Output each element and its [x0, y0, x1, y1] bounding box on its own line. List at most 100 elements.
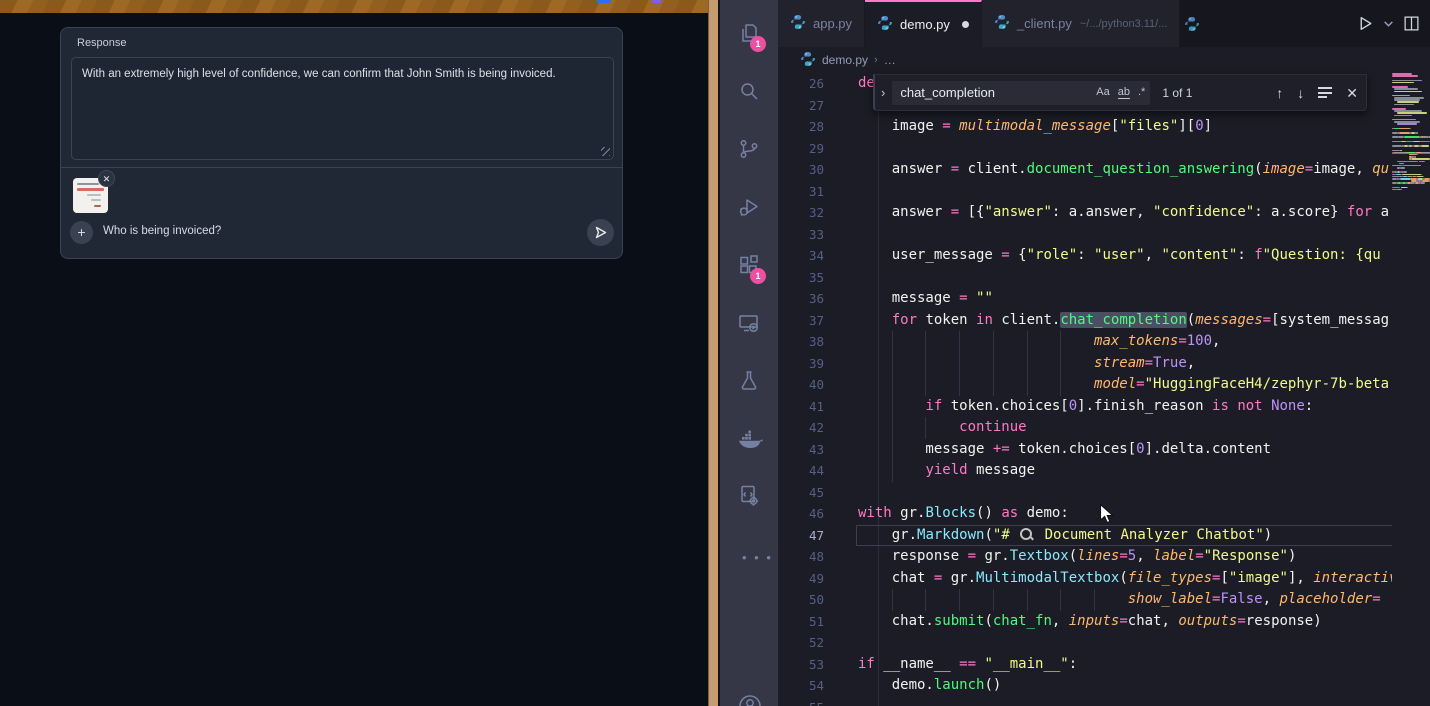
response-panel: Response With an extremely high level of… [60, 27, 623, 259]
line-number: 48 [778, 546, 824, 568]
code-line-48[interactable]: 48 response = gr.Textbox(lines=5, label=… [778, 546, 1392, 568]
code-line-50[interactable]: 50 show_label=False, placeholder= [778, 589, 1392, 611]
find-in-selection-button[interactable] [1318, 86, 1332, 100]
code-line-43[interactable]: 43 message += token.choices[0].delta.con… [778, 439, 1392, 461]
code-line-53[interactable]: 53if __name__ == "__main__": [778, 654, 1392, 676]
breadcrumb[interactable]: demo.py › … [778, 47, 1430, 73]
tab-app.py[interactable]: app.py [778, 0, 865, 47]
sidebar-item-task-runner[interactable] [720, 470, 778, 520]
code-text: for token in client.chat_completion(mess… [858, 310, 1389, 332]
remove-attachment-button[interactable]: ✕ [98, 170, 115, 187]
next-match-button[interactable]: ↓ [1297, 86, 1304, 100]
whole-word-toggle[interactable]: ab [1118, 86, 1130, 99]
code-text: answer = [{"answer": a.answer, "confiden… [858, 202, 1389, 224]
run-dropdown-button[interactable] [1383, 18, 1394, 29]
split-editor-icon [1403, 15, 1420, 32]
line-number: 26 [778, 73, 824, 95]
code-line-34[interactable]: 34 user_message = {"role": "user", "cont… [778, 245, 1392, 267]
sidebar-item-docker[interactable] [720, 414, 778, 464]
code-line-47[interactable]: 47 gr.Markdown("# Document Analyzer Chat… [778, 525, 1392, 547]
docker-icon [737, 427, 763, 451]
code-line-55[interactable]: 55 [778, 697, 1392, 706]
close-find-button[interactable]: ✕ [1346, 86, 1358, 100]
minimap-row [1392, 191, 1430, 193]
code-line-33[interactable]: 33 [778, 224, 1392, 246]
split-editor-button[interactable] [1403, 15, 1420, 32]
line-number: 31 [778, 181, 824, 203]
sidebar-item-remote-explorer[interactable] [720, 298, 778, 348]
find-buttons: ↑ ↓ ✕ [1276, 86, 1358, 100]
code-line-40[interactable]: 40 model="HuggingFaceH4/zephyr-7b-beta [778, 374, 1392, 396]
minimap[interactable] [1392, 73, 1430, 706]
code-line-41[interactable]: 41 if token.choices[0].finish_reason is … [778, 396, 1392, 418]
activity-bar: 1 [720, 0, 778, 706]
python-icon [1184, 16, 1200, 37]
code-line-42[interactable]: 42 continue [778, 417, 1392, 439]
line-number: 43 [778, 439, 824, 461]
tab-_client.py[interactable]: _client.py~/.../python3.11/... [982, 0, 1180, 47]
toggle-replace-button[interactable]: › [881, 85, 885, 100]
code-line-45[interactable]: 45 [778, 482, 1392, 504]
code-line-54[interactable]: 54 demo.launch() [778, 675, 1392, 697]
code-line-28[interactable]: 28 image = multimodal_message["files"][0… [778, 116, 1392, 138]
attached-image-thumbnail[interactable]: ✕ [73, 178, 108, 213]
send-button[interactable] [587, 219, 614, 246]
code-editor[interactable]: 26def chat_fn(multimodal_message):2728 i… [778, 73, 1392, 706]
run-icon [1357, 15, 1374, 32]
code-line-39[interactable]: 39 stream=True, [778, 353, 1392, 375]
code-line-37[interactable]: 37 for token in client.chat_completion(m… [778, 310, 1392, 332]
add-file-button[interactable]: + [70, 221, 93, 244]
line-number: 37 [778, 310, 824, 332]
code-text: yield message [858, 460, 1035, 482]
code-line-46[interactable]: 46with gr.Blocks() as demo: [778, 503, 1392, 525]
code-text: model="HuggingFaceH4/zephyr-7b-beta [858, 374, 1389, 396]
line-number: 50 [778, 589, 824, 611]
code-text: if __name__ == "__main__": [858, 654, 1077, 676]
chat-input[interactable]: Who is being invoiced? [103, 225, 221, 237]
sidebar-item-search[interactable] [720, 66, 778, 116]
mouse-cursor [1098, 504, 1116, 524]
sidebar-item-source-control[interactable] [720, 124, 778, 174]
sidebar-item-testing[interactable] [720, 356, 778, 406]
line-number: 51 [778, 611, 824, 633]
tab-demo.py[interactable]: demo.py [865, 0, 982, 47]
sidebar-item-run-debug[interactable] [720, 182, 778, 232]
run-python-button[interactable] [1357, 15, 1374, 32]
python-icon [877, 15, 893, 34]
previous-match-button[interactable]: ↑ [1276, 86, 1283, 100]
code-line-51[interactable]: 51 chat.submit(chat_fn, inputs=chat, out… [778, 611, 1392, 633]
code-text: stream=True, [858, 353, 1195, 375]
sidebar-item-account[interactable] [720, 680, 778, 706]
code-line-38[interactable]: 38 max_tokens=100, [778, 331, 1392, 353]
send-icon [594, 226, 607, 239]
code-line-49[interactable]: 49 chat = gr.MultimodalTextbox(file_type… [778, 568, 1392, 590]
code-line-29[interactable]: 29 [778, 138, 1392, 160]
response-textbox[interactable]: With an extremely high level of confiden… [71, 57, 614, 160]
code-text: demo.launch() [858, 675, 1001, 697]
sidebar-item-extensions[interactable]: 1 [720, 240, 778, 290]
line-number: 46 [778, 503, 824, 525]
code-text: show_label=False, placeholder= [858, 589, 1381, 611]
code-line-44[interactable]: 44 yield message [778, 460, 1392, 482]
breadcrumb-symbol[interactable]: … [884, 53, 896, 67]
code-line-35[interactable]: 35 [778, 267, 1392, 289]
line-number: 30 [778, 159, 824, 181]
code-line-31[interactable]: 31 [778, 181, 1392, 203]
find-input[interactable] [892, 85, 1040, 100]
match-case-toggle[interactable]: Aa [1096, 86, 1109, 99]
source-control-icon [737, 137, 761, 161]
regex-toggle[interactable]: .* [1138, 86, 1145, 99]
code-line-52[interactable]: 52 [778, 632, 1392, 654]
code-line-30[interactable]: 30 answer = client.document_question_ans… [778, 159, 1392, 181]
sidebar-item-more[interactable]: • • • [720, 528, 778, 578]
code-text: response = gr.Textbox(lines=5, label="Re… [858, 546, 1296, 568]
remote-explorer-icon [737, 311, 761, 335]
line-number: 52 [778, 632, 824, 654]
find-input-box[interactable]: Aa ab .* [892, 81, 1150, 105]
code-text: chat = gr.MultimodalTextbox(file_types=[… [858, 568, 1392, 590]
breadcrumb-file[interactable]: demo.py [822, 53, 868, 67]
sidebar-item-explorer[interactable]: 1 [720, 8, 778, 58]
resize-handle-icon[interactable] [601, 147, 610, 156]
code-line-32[interactable]: 32 answer = [{"answer": a.answer, "confi… [778, 202, 1392, 224]
code-line-36[interactable]: 36 message = "" [778, 288, 1392, 310]
